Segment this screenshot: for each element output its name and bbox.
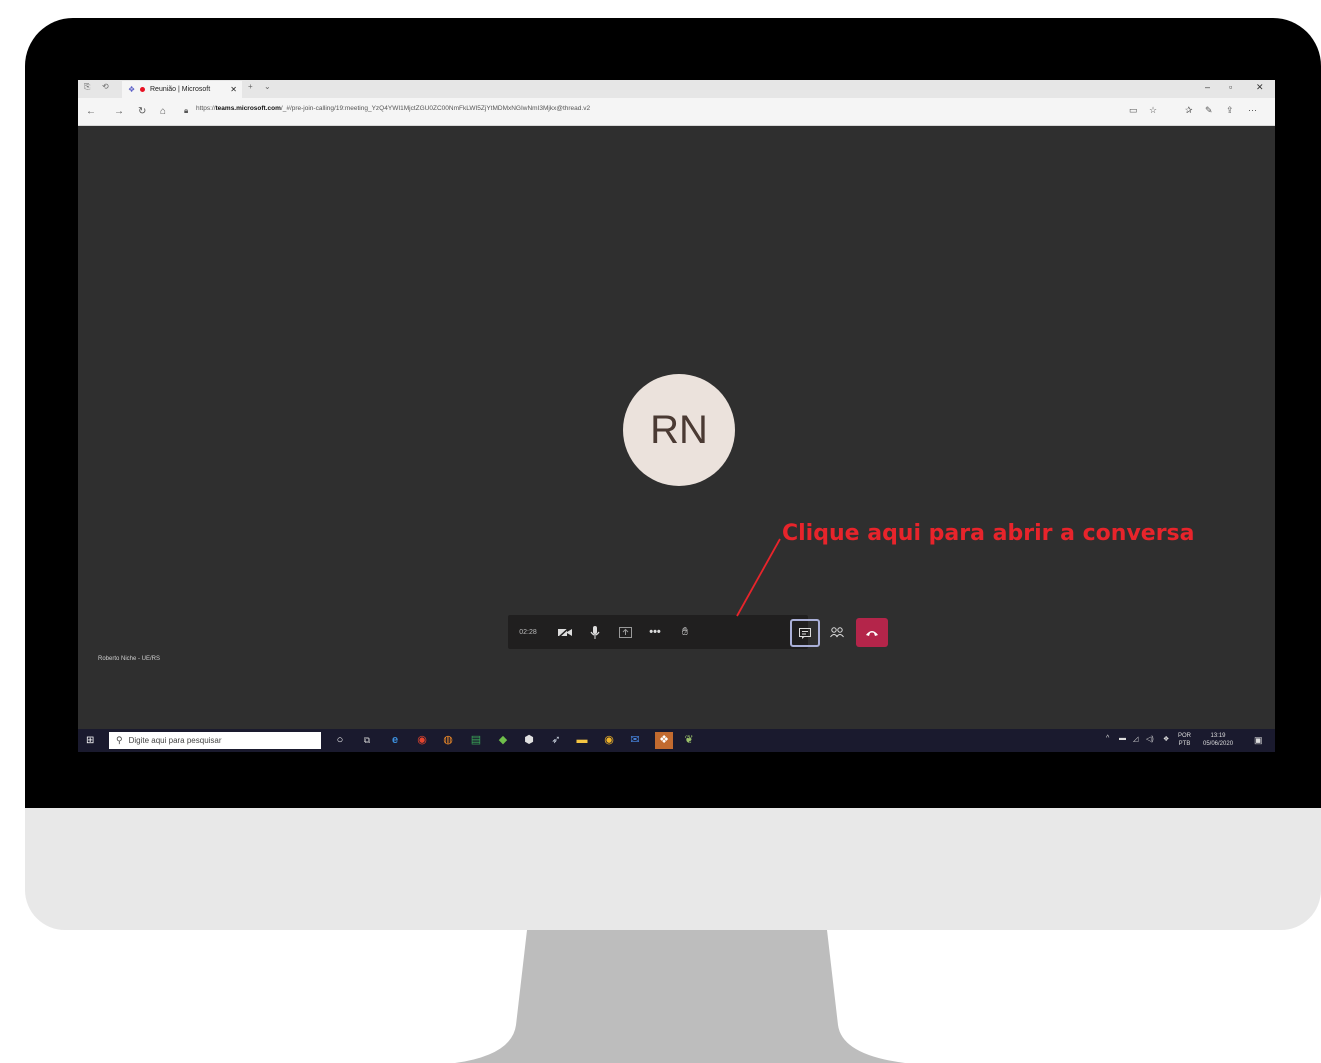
annotation-label: Clique aqui para abrir a conversa [782,521,1195,546]
